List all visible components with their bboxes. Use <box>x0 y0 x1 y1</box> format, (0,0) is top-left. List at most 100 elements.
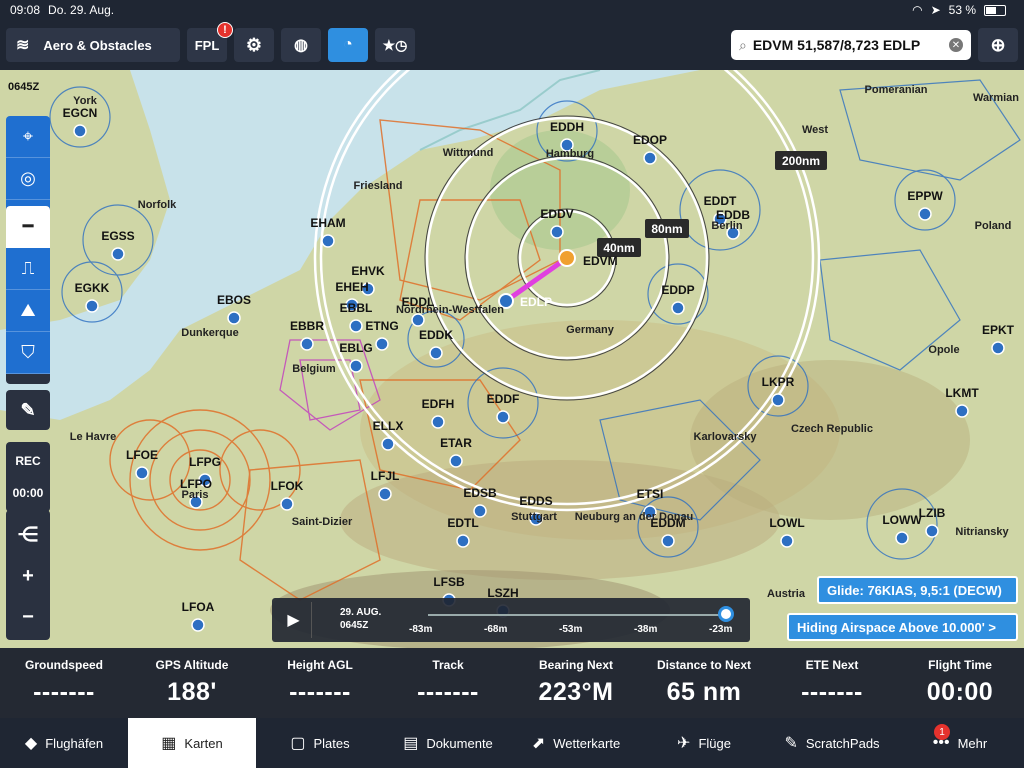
fpl-button[interactable]: FPL ! <box>187 22 233 62</box>
place-name: Nordrhein-Westfalen <box>396 304 504 316</box>
vertical-profile-button[interactable]: ⎍ <box>6 248 50 290</box>
step-icon: ⎍ <box>21 258 35 278</box>
play-button[interactable]: ▶ <box>276 602 312 638</box>
airport-code: LFOK <box>271 479 304 493</box>
timeline-handle[interactable] <box>718 606 734 622</box>
ring-200nm-text: 200nm <box>782 154 820 168</box>
timeline-mark: -83m <box>409 624 433 635</box>
procedures-button[interactable]: ◍ <box>281 28 321 62</box>
timeline-scrubber[interactable]: ▶ 29. AUG. 0645Z -83m -68m -53m -38m -23… <box>272 598 750 642</box>
layers-label: Aero & Obstacles <box>43 37 152 53</box>
flight-time-cell[interactable]: Flight Time 00:00 <box>896 648 1024 718</box>
place-name: Germany <box>566 324 615 336</box>
airport-code: LOWW <box>882 513 922 527</box>
star-clock-icon: ★◷ <box>382 36 408 53</box>
tab-scratchpads[interactable]: ✎ ScratchPads <box>768 718 896 768</box>
distance-next-cell[interactable]: Distance to Next 65 nm <box>640 648 768 718</box>
place-name: Belgium <box>292 363 336 375</box>
place-name: Karlovarsky <box>694 431 758 443</box>
place-name: Pomeranian <box>865 84 928 96</box>
airport-code: LFJL <box>371 469 400 483</box>
wifi-icon: ◠ <box>912 3 923 17</box>
center-button[interactable]: ⌖ <box>6 116 50 158</box>
airport-code: EDDP <box>661 283 694 297</box>
crosshair-icon: ⊕ <box>990 34 1006 55</box>
route-line-button[interactable]: ━ <box>6 206 50 248</box>
target-icon: ⌖ <box>22 126 34 146</box>
play-icon: ▶ <box>287 612 300 629</box>
glide-info[interactable]: Glide: 76KIAS, 9,5:1 (DECW) <box>817 576 1018 604</box>
airport-code: EBBR <box>290 319 324 333</box>
airport-code: EDDK <box>419 328 453 342</box>
flights-icon: ✈ <box>677 735 691 752</box>
airport-code: EHAM <box>310 216 345 230</box>
layers-button[interactable]: ≋ Aero & Obstacles <box>6 28 180 62</box>
more-badge: 1 <box>934 724 950 740</box>
airport-code: LKPR <box>762 375 795 389</box>
hiding-airspace-button[interactable]: Hiding Airspace Above 10.000' > <box>787 613 1018 641</box>
timeline-mark: -23m <box>709 624 733 635</box>
tab-label: Flüge <box>698 735 731 751</box>
track-up-button[interactable]: ◎ <box>6 158 50 200</box>
ring-40nm-text: 40nm <box>603 241 634 255</box>
search-icon: ⌕ <box>739 36 747 53</box>
settings-button[interactable]: ⚙ <box>234 28 274 62</box>
cell-value: ------- <box>289 678 351 706</box>
map-canvas[interactable]: EDDHEDOPEDDVEDDTEDDBEDDPEHAMEHVKEHEHEBBL… <box>0 70 1024 648</box>
airport-code: LKMT <box>945 386 979 400</box>
airport-code: LFPG <box>189 455 221 469</box>
minus-line-icon: ━ <box>22 216 34 236</box>
airport-code: LFOE <box>126 448 158 462</box>
instrument-strip: Groundspeed ------- GPS Altitude 188' Heig… <box>0 648 1024 718</box>
bearing-next-cell[interactable]: Bearing Next 223°M <box>512 648 640 718</box>
status-bar: 09:08 Do. 29. Aug. ◠ ➤ 53 % <box>0 0 1024 20</box>
draw-button[interactable]: ✎ <box>6 390 50 430</box>
tab-more[interactable]: ••• Mehr 1 <box>896 718 1024 768</box>
ete-next-cell[interactable]: ETE Next ------- <box>768 648 896 718</box>
place-name: Warmian <box>973 92 1019 104</box>
shield-button[interactable]: ⛉ <box>6 332 50 374</box>
timeline-date: 29. AUG. <box>340 607 382 618</box>
track-cell[interactable]: Track ------- <box>384 648 512 718</box>
tab-documents[interactable]: ▤ Dokumente <box>384 718 512 768</box>
pencil-icon: ✎ <box>20 399 36 420</box>
clear-icon[interactable]: ✕ <box>949 38 963 52</box>
scratchpad-icon: ✎ <box>784 735 798 752</box>
gauge-icon: ◔ <box>343 36 353 53</box>
place-name: Friesland <box>354 180 403 192</box>
cell-value: ------- <box>33 678 95 706</box>
groundspeed-cell[interactable]: Groundspeed ------- <box>0 648 128 718</box>
tab-maps[interactable]: ▦ Karten <box>128 718 256 768</box>
tab-label: Wetterkarte <box>553 735 621 751</box>
tab-weather[interactable]: ⬈ Wetterkarte <box>512 718 640 768</box>
gps-altitude-cell[interactable]: GPS Altitude 188' <box>128 648 256 718</box>
tab-label: Plates <box>313 735 350 751</box>
tab-label: ScratchPads <box>805 735 880 751</box>
utc-label: 0645Z <box>8 81 39 93</box>
shield-icon: ⛉ <box>21 342 35 362</box>
locate-button[interactable]: ⊕ <box>978 28 1018 62</box>
aeronautical-map[interactable]: EDDH EDOP EDDV EDDT EDDB EDDP EHAM EHVK EHEH EBBL… <box>0 70 1024 648</box>
place-name: Berlin <box>711 220 742 232</box>
tab-airports[interactable]: ◆ Flughäfen <box>0 718 128 768</box>
search-input[interactable]: EDVM 51,587/8,723 EDLP <box>753 37 949 53</box>
tab-label: Flughäfen <box>45 735 104 751</box>
airport-code: LZIB <box>919 506 946 520</box>
place-name: Le Havre <box>70 431 116 443</box>
terrain-button[interactable]: ⛰ <box>6 290 50 332</box>
search-field[interactable]: ⌕ EDVM 51,587/8,723 EDLP ✕ <box>731 30 971 60</box>
airport-code: EGSS <box>101 229 134 243</box>
record-button[interactable]: REC 00:00 <box>6 442 50 512</box>
layers-icon: ≋ <box>16 37 30 54</box>
cell-title: Track <box>432 658 464 672</box>
zoom-out-icon[interactable]: − <box>22 606 34 629</box>
height-agl-cell[interactable]: Height AGL ------- <box>256 648 384 718</box>
instruments-button[interactable]: ◔ <box>328 28 368 62</box>
route-edit-icon[interactable]: ⋲ <box>18 522 38 547</box>
favorites-button[interactable]: ★◷ <box>375 28 415 62</box>
tab-plates[interactable]: ▢ Plates <box>256 718 384 768</box>
tab-flights[interactable]: ✈ Flüge <box>640 718 768 768</box>
ring-label-80nm: 80nm <box>645 219 689 238</box>
timeline-track[interactable] <box>428 614 728 616</box>
zoom-in-icon[interactable]: + <box>22 565 34 588</box>
